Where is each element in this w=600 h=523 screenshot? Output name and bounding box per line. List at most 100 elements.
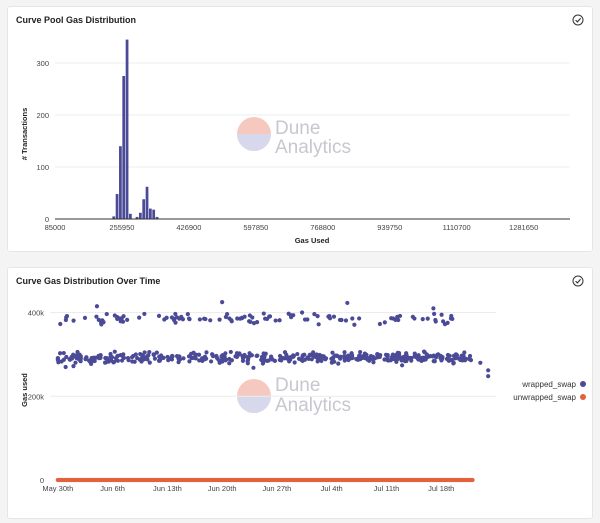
wrapped-swap-point[interactable] [200,358,205,363]
wrapped-swap-point[interactable] [316,322,321,327]
wrapped-swap-point[interactable] [101,320,106,325]
wrapped-swap-point[interactable] [214,353,219,359]
wrapped-swap-point[interactable] [92,355,97,360]
wrapped-swap-point[interactable] [254,353,259,359]
legend-marker[interactable] [580,381,586,387]
wrapped-swap-point[interactable] [299,310,305,315]
wrapped-swap-point[interactable] [70,356,75,361]
unwrapped-swap-point[interactable] [470,477,475,483]
wrapped-swap-point[interactable] [242,314,247,319]
wrapped-swap-point[interactable] [76,357,82,362]
wrapped-swap-point[interactable] [319,358,324,363]
wrapped-swap-point[interactable] [142,311,147,317]
wrapped-swap-point[interactable] [261,311,266,316]
wrapped-swap-point[interactable] [261,360,266,365]
wrapped-swap-point[interactable] [180,317,186,322]
wrapped-swap-point[interactable] [247,313,252,318]
wrapped-swap-point[interactable] [449,313,454,319]
wrapped-swap-point[interactable] [315,359,320,364]
wrapped-swap-point[interactable] [478,360,483,365]
wrapped-swap-point[interactable] [331,314,337,319]
wrapped-swap-point[interactable] [164,315,169,320]
wrapped-swap-point[interactable] [86,358,92,363]
wrapped-swap-point[interactable] [399,358,404,363]
wrapped-swap-point[interactable] [58,321,63,327]
wrapped-swap-point[interactable] [173,320,178,325]
wrapped-swap-point[interactable] [137,315,142,320]
wrapped-swap-point[interactable] [64,354,69,360]
histogram-bar[interactable] [148,208,152,219]
wrapped-swap-point[interactable] [382,357,387,362]
wrapped-swap-point[interactable] [336,361,341,366]
wrapped-swap-point[interactable] [357,316,362,321]
wrapped-swap-point[interactable] [359,355,364,360]
histogram-bar[interactable] [145,186,149,219]
wrapped-swap-point[interactable] [251,365,256,370]
wrapped-swap-point[interactable] [272,358,278,363]
wrapped-swap-point[interactable] [404,358,409,364]
wrapped-swap-point[interactable] [453,352,458,357]
wrapped-swap-point[interactable] [145,357,150,362]
wrapped-swap-point[interactable] [309,357,314,362]
wrapped-swap-point[interactable] [269,355,274,360]
wrapped-swap-point[interactable] [125,317,130,322]
wrapped-swap-point[interactable] [462,358,468,363]
wrapped-swap-point[interactable] [358,349,363,355]
wrapped-swap-point[interactable] [327,316,333,321]
histogram-bar[interactable] [122,76,126,219]
wrapped-swap-point[interactable] [223,351,228,356]
wrapped-swap-point[interactable] [174,315,180,320]
wrapped-swap-point[interactable] [331,356,336,361]
wrapped-swap-point[interactable] [431,359,436,364]
wrapped-swap-point[interactable] [442,322,448,327]
wrapped-swap-point[interactable] [292,360,297,365]
wrapped-swap-point[interactable] [251,321,257,326]
wrapped-swap-point[interactable] [61,350,66,356]
wrapped-swap-point[interactable] [439,312,444,317]
wrapped-swap-point[interactable] [486,374,491,379]
wrapped-swap-point[interactable] [165,354,170,360]
wrapped-swap-point[interactable] [71,352,76,357]
wrapped-swap-point[interactable] [75,349,80,355]
wrapped-swap-point[interactable] [208,318,213,323]
wrapped-swap-point[interactable] [220,355,225,360]
wrapped-swap-point[interactable] [248,353,253,358]
wrapped-swap-point[interactable] [169,315,175,320]
wrapped-swap-point[interactable] [59,359,64,364]
wrapped-swap-point[interactable] [430,354,436,359]
wrapped-swap-point[interactable] [63,364,68,370]
wrapped-swap-point[interactable] [431,306,436,311]
wrapped-swap-point[interactable] [176,360,181,365]
wrapped-swap-point[interactable] [396,317,401,323]
wrapped-swap-point[interactable] [112,349,117,354]
wrapped-swap-point[interactable] [386,358,391,363]
wrapped-swap-point[interactable] [404,353,409,358]
wrapped-swap-point[interactable] [329,360,334,365]
histogram-bar[interactable] [115,194,119,219]
legend-marker[interactable] [580,394,586,400]
wrapped-swap-point[interactable] [400,363,405,368]
wrapped-swap-point[interactable] [177,354,182,359]
wrapped-swap-point[interactable] [82,315,88,320]
wrapped-swap-point[interactable] [267,314,273,319]
wrapped-swap-point[interactable] [210,352,215,358]
wrapped-swap-point[interactable] [459,353,464,358]
wrapped-swap-point[interactable] [135,356,140,361]
wrapped-swap-point[interactable] [385,352,390,358]
histogram-bar[interactable] [152,209,156,219]
wrapped-swap-point[interactable] [382,320,387,325]
wrapped-swap-point[interactable] [412,354,417,359]
wrapped-swap-point[interactable] [302,352,307,357]
wrapped-swap-point[interactable] [121,314,126,319]
wrapped-swap-point[interactable] [104,311,109,317]
wrapped-swap-point[interactable] [238,316,243,321]
wrapped-swap-point[interactable] [111,360,116,365]
wrapped-swap-point[interactable] [71,364,76,369]
wrapped-swap-point[interactable] [158,355,163,360]
wrapped-swap-point[interactable] [337,317,343,323]
wrapped-swap-point[interactable] [220,299,225,305]
wrapped-swap-point[interactable] [285,356,290,361]
wrapped-swap-point[interactable] [427,354,432,359]
wrapped-swap-point[interactable] [229,358,234,363]
wrapped-swap-point[interactable] [334,353,339,358]
